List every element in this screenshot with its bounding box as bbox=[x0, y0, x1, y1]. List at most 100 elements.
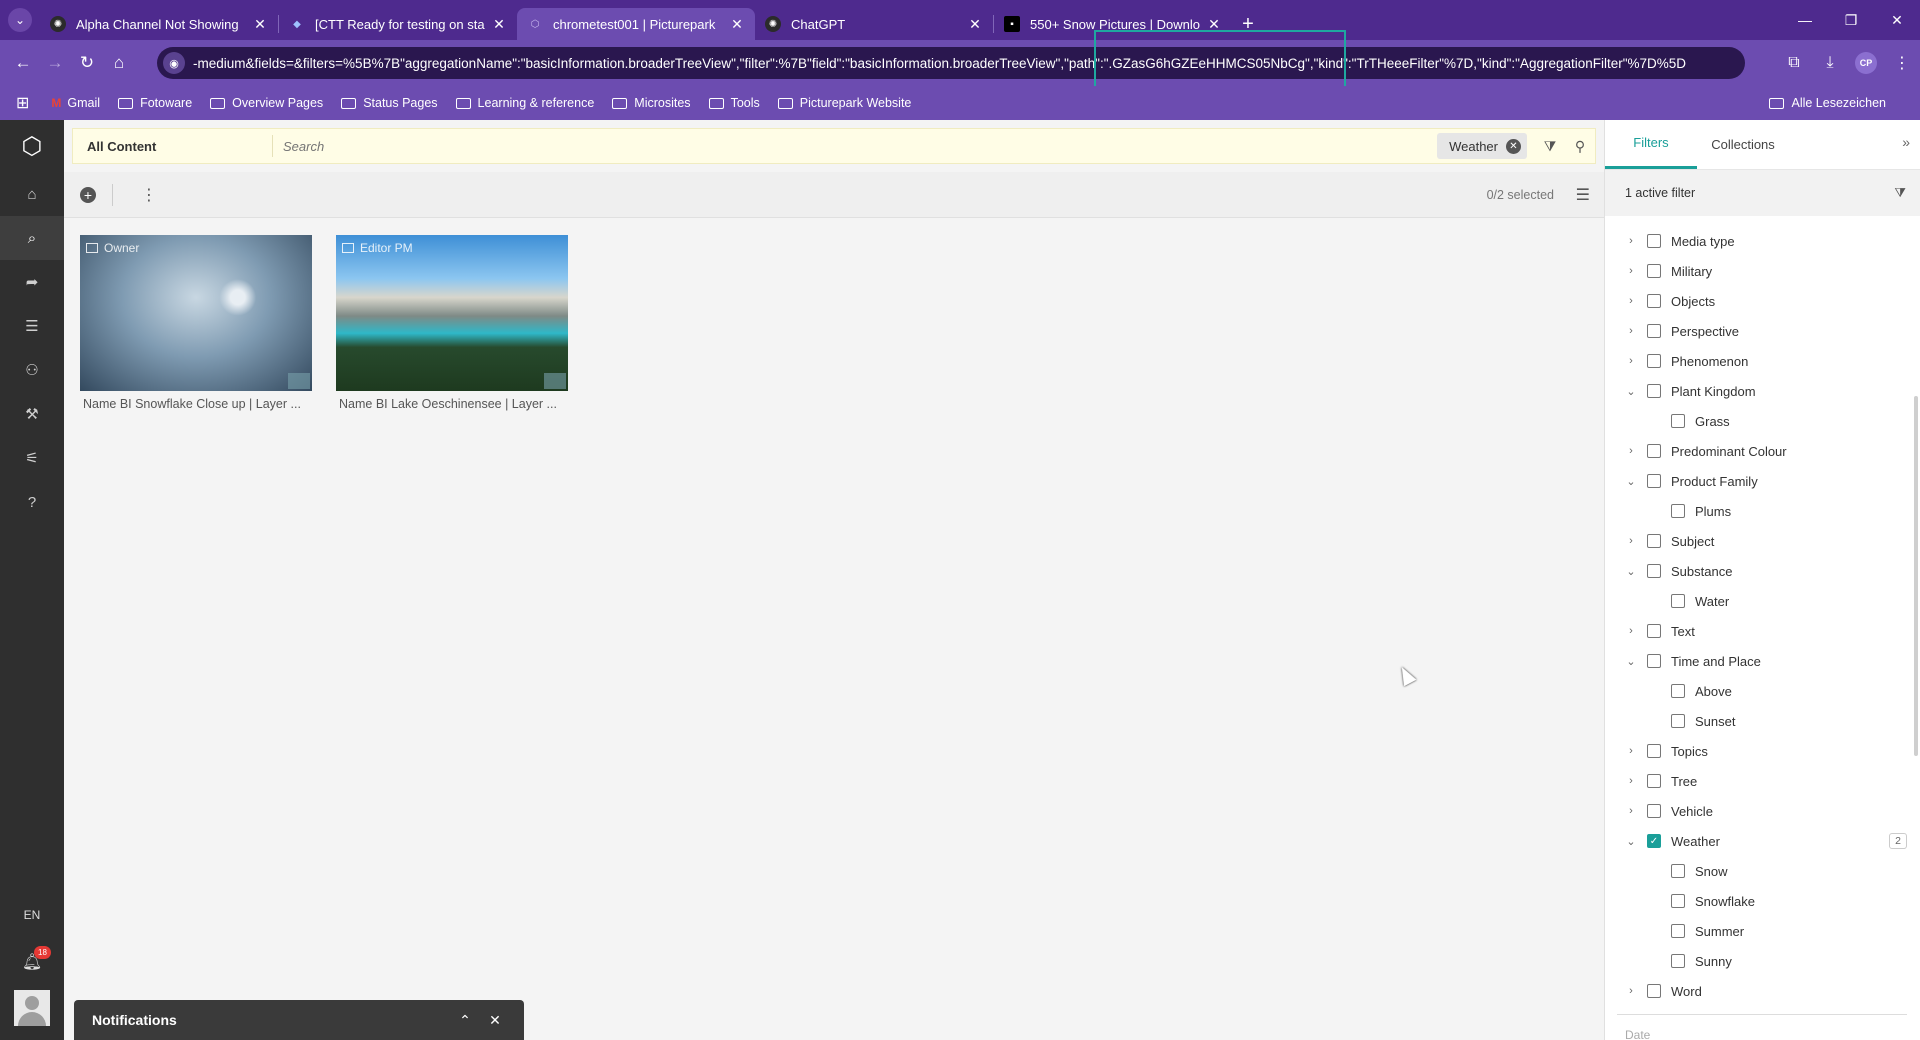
filter-item[interactable]: › Media type bbox=[1605, 226, 1920, 256]
chevron-right-icon[interactable]: › bbox=[1623, 625, 1639, 637]
filter-child-item[interactable]: Sunny bbox=[1605, 946, 1920, 976]
filter-item[interactable]: › Objects bbox=[1605, 286, 1920, 316]
filter-checkbox[interactable] bbox=[1647, 294, 1661, 308]
chevron-right-icon[interactable]: › bbox=[1623, 445, 1639, 457]
chevron-down-icon[interactable]: ⌄ bbox=[1623, 385, 1639, 398]
filter-item[interactable]: › Topics bbox=[1605, 736, 1920, 766]
filter-item[interactable]: › Subject bbox=[1605, 526, 1920, 556]
chevron-right-icon[interactable]: › bbox=[1623, 355, 1639, 367]
close-icon[interactable]: ✕ bbox=[491, 16, 507, 33]
filter-checkbox[interactable] bbox=[1647, 234, 1661, 248]
filter-checkbox[interactable] bbox=[1647, 264, 1661, 278]
view-menu-icon[interactable]: ☰ bbox=[1576, 185, 1590, 205]
bell-icon[interactable]: 🔔︎ 18 bbox=[0, 940, 64, 984]
filter-item[interactable]: › Phenomenon bbox=[1605, 346, 1920, 376]
add-icon[interactable]: + bbox=[80, 186, 96, 203]
list-icon[interactable]: ☰ bbox=[0, 304, 64, 348]
close-icon[interactable]: ✕ bbox=[967, 16, 983, 33]
bookmark-tools[interactable]: Tools bbox=[708, 96, 760, 110]
bookmark-gmail[interactable]: M Gmail bbox=[51, 96, 100, 110]
filter-checkbox[interactable] bbox=[1671, 594, 1685, 608]
clear-filters-icon[interactable]: ⧩ bbox=[1894, 185, 1906, 201]
asset-card[interactable]: Editor PM Name BI Lake Oeschinensee | La… bbox=[336, 235, 568, 411]
search-reset-icon[interactable]: ⚲ bbox=[1565, 131, 1595, 161]
filter-item[interactable]: › Word bbox=[1605, 976, 1920, 1006]
filter-checkbox[interactable] bbox=[1647, 444, 1661, 458]
filter-item[interactable]: › Vehicle bbox=[1605, 796, 1920, 826]
filter-checkbox[interactable] bbox=[1647, 354, 1661, 368]
back-button[interactable]: ← bbox=[8, 48, 38, 78]
chevron-right-icon[interactable]: › bbox=[1623, 745, 1639, 757]
filter-checkbox[interactable] bbox=[1671, 924, 1685, 938]
filter-child-item[interactable]: Sunset bbox=[1605, 706, 1920, 736]
chevron-down-icon[interactable]: ⌄ bbox=[1623, 835, 1639, 848]
bookmark-status-pages[interactable]: Status Pages bbox=[341, 96, 438, 110]
filter-item[interactable]: › Text bbox=[1605, 616, 1920, 646]
filter-item[interactable]: ⌄ ✓ Weather 2 bbox=[1605, 826, 1920, 856]
close-icon[interactable]: ✕ bbox=[252, 16, 268, 33]
filter-checkbox[interactable] bbox=[1647, 624, 1661, 638]
more-vertical-icon[interactable]: ⋮ bbox=[141, 185, 157, 205]
filter-checkbox[interactable] bbox=[1647, 474, 1661, 488]
filter-checkbox[interactable] bbox=[1647, 324, 1661, 338]
chevron-right-icon[interactable]: › bbox=[1623, 985, 1639, 997]
filter-checkbox[interactable] bbox=[1647, 774, 1661, 788]
apps-grid-icon[interactable]: ⊞ bbox=[16, 93, 29, 113]
chevron-right-icon[interactable]: › bbox=[1623, 805, 1639, 817]
bookmark-all[interactable]: Alle Lesezeichen bbox=[1769, 86, 1886, 120]
tab-search-button[interactable]: ⌄ bbox=[0, 0, 40, 40]
chevron-right-icon[interactable]: › bbox=[1623, 265, 1639, 277]
sliders-icon[interactable]: ⚟ bbox=[0, 436, 64, 480]
remove-chip-icon[interactable]: ✕ bbox=[1506, 138, 1521, 154]
filter-child-item[interactable]: Snow bbox=[1605, 856, 1920, 886]
filter-checkbox[interactable] bbox=[1647, 804, 1661, 818]
filter-item[interactable]: › Predominant Colour bbox=[1605, 436, 1920, 466]
chevron-down-icon[interactable]: ⌄ bbox=[1623, 655, 1639, 668]
filter-item[interactable]: ⌄ Product Family bbox=[1605, 466, 1920, 496]
filter-child-item[interactable]: Summer bbox=[1605, 916, 1920, 946]
filter-checkbox[interactable] bbox=[1671, 414, 1685, 428]
filter-checkbox[interactable] bbox=[1671, 864, 1685, 878]
bookmark-fotoware[interactable]: Fotoware bbox=[118, 96, 192, 110]
forward-button[interactable]: → bbox=[40, 48, 70, 78]
search-input[interactable] bbox=[273, 138, 1438, 154]
asset-thumbnail[interactable]: Editor PM bbox=[336, 235, 568, 391]
filter-checkbox[interactable] bbox=[1647, 744, 1661, 758]
filter-checkbox[interactable] bbox=[1671, 894, 1685, 908]
filter-checkbox[interactable] bbox=[1647, 564, 1661, 578]
browser-tab-2[interactable]: ⬡ chrometest001 | Picturepark ✕ bbox=[517, 8, 755, 40]
share-icon[interactable]: ➦ bbox=[0, 260, 64, 304]
chevron-right-icon[interactable]: › bbox=[1623, 775, 1639, 787]
more-menu-icon[interactable]: ⋮ bbox=[1884, 45, 1920, 81]
chevron-right-icon[interactable]: › bbox=[1623, 295, 1639, 307]
chevron-right-icon[interactable]: › bbox=[1623, 235, 1639, 247]
bookmark-microsites[interactable]: Microsites bbox=[612, 96, 691, 110]
filter-item[interactable]: › Military bbox=[1605, 256, 1920, 286]
filter-child-item[interactable]: Above bbox=[1605, 676, 1920, 706]
filter-checkbox[interactable] bbox=[1671, 684, 1685, 698]
active-filter-chip[interactable]: Weather ✕ bbox=[1437, 133, 1527, 159]
browser-tab-1[interactable]: ◆ [CTT Ready for testing on stage ✕ bbox=[279, 8, 517, 40]
bookmark-overview-pages[interactable]: Overview Pages bbox=[210, 96, 323, 110]
filter-checkbox[interactable] bbox=[1647, 534, 1661, 548]
chevron-right-icon[interactable]: › bbox=[1623, 535, 1639, 547]
site-info-icon[interactable]: ◉ bbox=[163, 52, 185, 74]
filter-checkbox[interactable] bbox=[1647, 384, 1661, 398]
filter-checkbox[interactable] bbox=[1647, 984, 1661, 998]
filter-checkbox[interactable]: ✓ bbox=[1647, 834, 1661, 848]
reload-button[interactable]: ↻ bbox=[72, 48, 102, 78]
filter-checkbox[interactable] bbox=[1671, 954, 1685, 968]
url-bar[interactable]: ◉ -medium&fields=&filters=%5B%7B"aggrega… bbox=[157, 47, 1745, 79]
close-icon[interactable]: ✕ bbox=[729, 16, 745, 33]
filter-child-item[interactable]: Grass bbox=[1605, 406, 1920, 436]
close-icon[interactable]: ✕ bbox=[480, 1012, 510, 1029]
chevron-down-icon[interactable]: ⌄ bbox=[1623, 565, 1639, 578]
profile-avatar[interactable]: CP bbox=[1855, 52, 1877, 74]
filter-checkbox[interactable] bbox=[1671, 714, 1685, 728]
filter-item[interactable]: ⌄ Time and Place bbox=[1605, 646, 1920, 676]
browser-tab-0[interactable]: ✺ Alpha Channel Not Showing ✕ bbox=[40, 8, 278, 40]
home-icon[interactable]: ⌂ bbox=[0, 172, 64, 216]
help-icon[interactable]: ? bbox=[0, 480, 64, 524]
filter-item[interactable]: ⌄ Substance bbox=[1605, 556, 1920, 586]
tab-filters[interactable]: Filters bbox=[1605, 119, 1697, 169]
